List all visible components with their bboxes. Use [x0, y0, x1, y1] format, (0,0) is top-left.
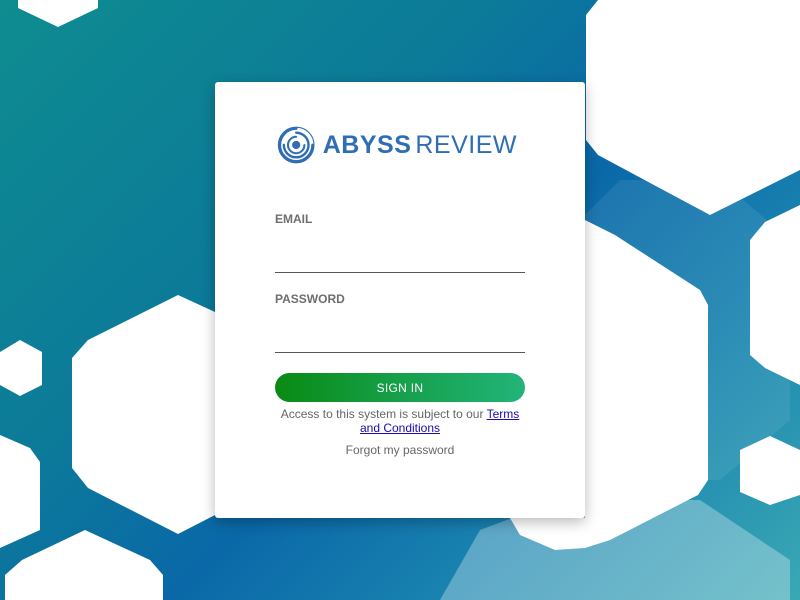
email-label: EMAIL — [275, 212, 313, 226]
sign-in-button[interactable]: SIGN IN — [275, 373, 525, 402]
forgot-password-link[interactable]: Forgot my password — [275, 443, 525, 457]
email-field[interactable] — [275, 246, 525, 273]
swirl-logo-icon — [277, 126, 315, 164]
brand-name-light: REVIEW — [415, 130, 517, 159]
brand-logo: ABYSS REVIEW — [277, 112, 517, 178]
brand-wordmark: ABYSS REVIEW — [323, 131, 517, 160]
terms-prefix-text: Access to this system is subject to our — [280, 407, 487, 421]
login-card: ABYSS REVIEW EMAIL PASSWORD SIGN IN Acces… — [215, 82, 585, 518]
terms-notice: Access to this system is subject to our … — [275, 407, 525, 435]
brand-name-bold: ABYSS — [322, 130, 412, 159]
password-label: PASSWORD — [275, 292, 345, 306]
password-field[interactable] — [275, 326, 525, 353]
